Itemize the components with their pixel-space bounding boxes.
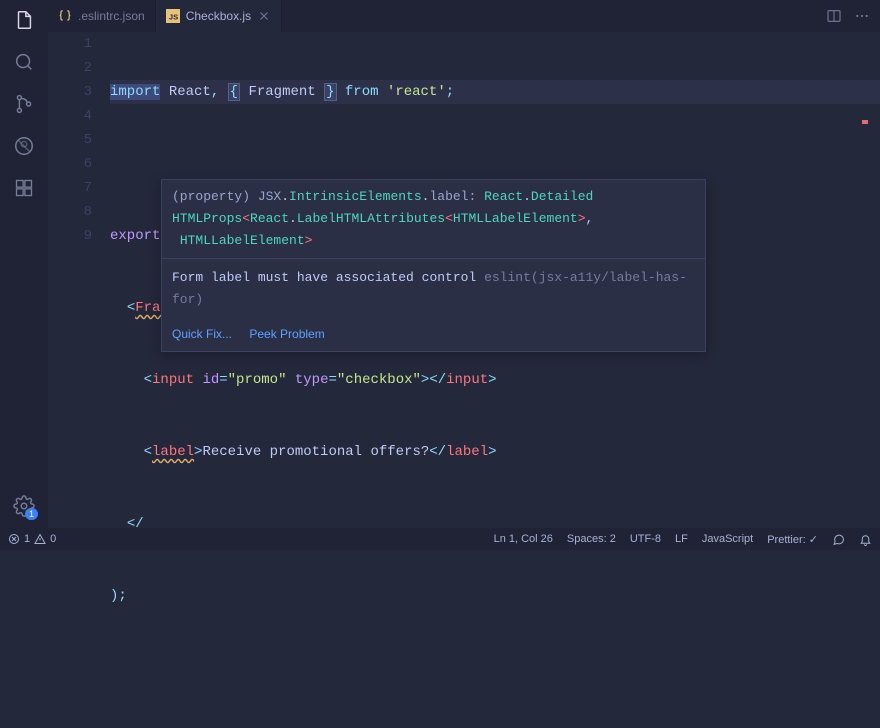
quick-fix-link[interactable]: Quick Fix... xyxy=(172,327,232,341)
source-control-icon[interactable] xyxy=(12,92,36,116)
code-line-1: import React, { Fragment } from 'react'; xyxy=(110,80,880,104)
status-prettier[interactable]: Prettier: ✓ xyxy=(767,533,818,546)
extensions-icon[interactable] xyxy=(12,176,36,200)
settings-gear-icon[interactable]: 1 xyxy=(12,494,36,518)
activity-bar: 1 xyxy=(0,0,48,528)
peek-problem-link[interactable]: Peek Problem xyxy=(249,327,324,341)
js-icon: JS xyxy=(166,9,180,23)
close-icon[interactable] xyxy=(257,9,271,23)
tab-eslintrc[interactable]: .eslintrc.json xyxy=(48,0,156,32)
status-cursor[interactable]: Ln 1, Col 26 xyxy=(494,533,553,546)
tab-label: Checkbox.js xyxy=(186,9,251,23)
status-feedback-icon[interactable] xyxy=(832,533,845,546)
editor-tabs: .eslintrc.json JS Checkbox.js xyxy=(48,0,880,32)
status-language[interactable]: JavaScript xyxy=(702,533,753,546)
status-eol[interactable]: LF xyxy=(675,533,688,546)
hover-widget: (property) JSX.IntrinsicElements.label: … xyxy=(161,179,706,352)
more-icon[interactable] xyxy=(854,8,870,24)
status-indent[interactable]: Spaces: 2 xyxy=(567,533,616,546)
braces-icon xyxy=(58,9,72,23)
status-problems[interactable]: 1 0 xyxy=(8,533,56,545)
debug-disabled-icon[interactable] xyxy=(12,134,36,158)
code-line-8: ); xyxy=(110,584,880,608)
hover-actions: Quick Fix... Peek Problem xyxy=(162,319,705,351)
code-line-5: <input id="promo" type="checkbox"></inpu… xyxy=(110,368,880,392)
status-bar: 1 0 Ln 1, Col 26 Spaces: 2 UTF-8 LF Java… xyxy=(0,528,880,550)
hover-signature: (property) JSX.IntrinsicElements.label: … xyxy=(162,180,705,258)
explorer-icon[interactable] xyxy=(12,8,36,32)
tab-label: .eslintrc.json xyxy=(78,9,145,23)
svg-text:JS: JS xyxy=(169,13,178,22)
error-icon xyxy=(8,533,20,545)
split-editor-icon[interactable] xyxy=(826,8,842,24)
line-gutter: 123 456 789 xyxy=(48,32,110,528)
settings-badge: 1 xyxy=(25,508,38,520)
vertical-scrollbar[interactable] xyxy=(868,32,880,528)
status-encoding[interactable]: UTF-8 xyxy=(630,533,661,546)
tab-checkbox[interactable]: JS Checkbox.js xyxy=(156,0,282,32)
hover-message: Form label must have associated control … xyxy=(162,259,705,319)
status-bell-icon[interactable] xyxy=(859,533,872,546)
code-line-6: <label>Receive promotional offers?</labe… xyxy=(110,440,880,464)
warning-icon xyxy=(34,533,46,545)
search-icon[interactable] xyxy=(12,50,36,74)
